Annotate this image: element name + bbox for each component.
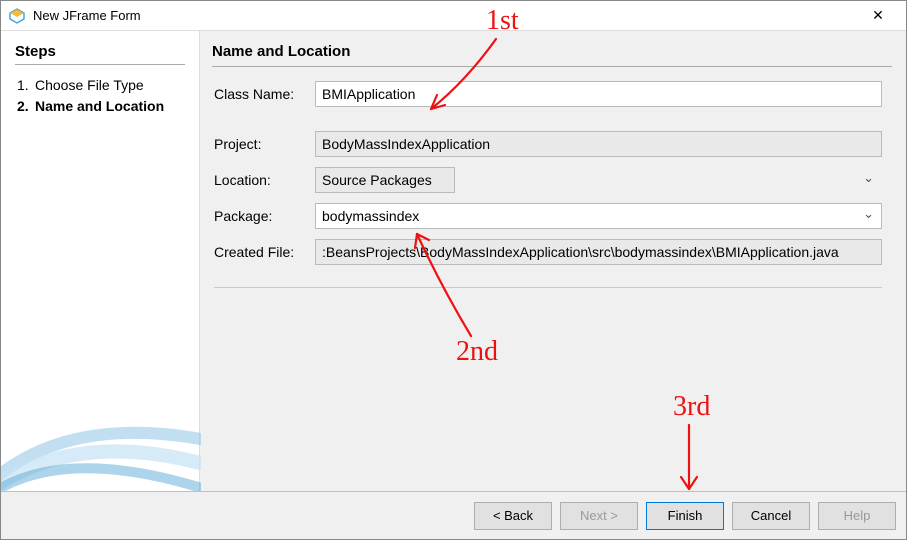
finish-button[interactable]: Finish (646, 502, 724, 530)
step-label: Name and Location (35, 96, 164, 117)
classname-input[interactable] (315, 81, 882, 107)
content-heading: Name and Location (212, 43, 892, 67)
close-button[interactable]: ✕ (858, 2, 898, 30)
project-label: Project: (214, 136, 309, 152)
separator (214, 287, 882, 288)
titlebar: New JFrame Form ✕ (1, 1, 906, 31)
step-item: 1. Choose File Type (17, 75, 185, 96)
createdfile-field: :BeansProjects\BodyMassIndexApplication\… (315, 239, 882, 265)
wizard-footer: < Back Next > Finish Cancel Help (1, 491, 906, 539)
classname-label: Class Name: (214, 86, 309, 102)
decorative-swoosh (1, 371, 201, 491)
app-icon (9, 8, 25, 24)
location-label: Location: (214, 172, 309, 188)
package-input[interactable] (315, 203, 882, 229)
location-select[interactable]: Source Packages (315, 167, 455, 193)
help-button: Help (818, 502, 896, 530)
next-button: Next > (560, 502, 638, 530)
steps-sidebar: Steps 1. Choose File Type 2. Name and Lo… (1, 31, 199, 491)
step-label: Choose File Type (35, 75, 144, 96)
steps-heading: Steps (15, 43, 185, 65)
window-title: New JFrame Form (33, 8, 858, 23)
back-button[interactable]: < Back (474, 502, 552, 530)
content-panel: Name and Location Class Name: Project: B… (199, 31, 906, 491)
step-item-current: 2. Name and Location (17, 96, 185, 117)
cancel-button[interactable]: Cancel (732, 502, 810, 530)
createdfile-label: Created File: (214, 244, 309, 260)
project-field: BodyMassIndexApplication (315, 131, 882, 157)
package-label: Package: (214, 208, 309, 224)
